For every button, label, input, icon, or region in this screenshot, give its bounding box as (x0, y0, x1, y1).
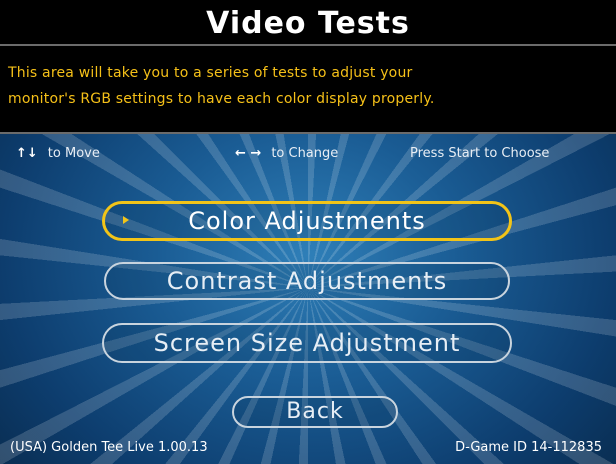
up-down-arrow-icon: ↑↓ (16, 146, 38, 161)
back-label: Back (286, 399, 344, 424)
contrast-adjustments-label: Contrast Adjustments (166, 267, 448, 295)
hint-change-label: to Change (271, 146, 339, 161)
description-line-2: monitor's RGB settings to have each colo… (8, 91, 435, 107)
screen-size-adjustment-button[interactable]: Screen Size Adjustment (102, 323, 512, 363)
color-adjustments-label: Color Adjustments (188, 207, 426, 235)
selection-cursor-icon (123, 216, 129, 224)
version-text: (USA) Golden Tee Live 1.00.13 (10, 440, 208, 455)
title-bar: Video Tests (0, 0, 616, 44)
hint-move: ↑↓ to Move (16, 146, 100, 161)
description-box: This area will take you to a series of t… (0, 44, 616, 134)
screen-size-adjustment-label: Screen Size Adjustment (153, 329, 461, 357)
page-title: Video Tests (206, 6, 410, 41)
description-line-1: This area will take you to a series of t… (8, 65, 413, 81)
color-adjustments-button[interactable]: Color Adjustments (102, 201, 512, 241)
contrast-adjustments-button[interactable]: Contrast Adjustments (104, 262, 510, 300)
hint-change: ← → to Change (235, 146, 338, 161)
hint-move-label: to Move (47, 146, 100, 161)
back-button[interactable]: Back (232, 396, 398, 428)
left-right-arrow-icon: ← → (235, 146, 262, 161)
footer: (USA) Golden Tee Live 1.00.13 D-Game ID … (0, 440, 616, 460)
control-hints: ↑↓ to Move ← → to Change Press Start to Ch… (0, 146, 616, 168)
game-id-text: D-Game ID 14-112835 (455, 440, 602, 455)
description-text: This area will take you to a series of t… (8, 60, 608, 112)
hint-start: Press Start to Choose (410, 146, 550, 161)
